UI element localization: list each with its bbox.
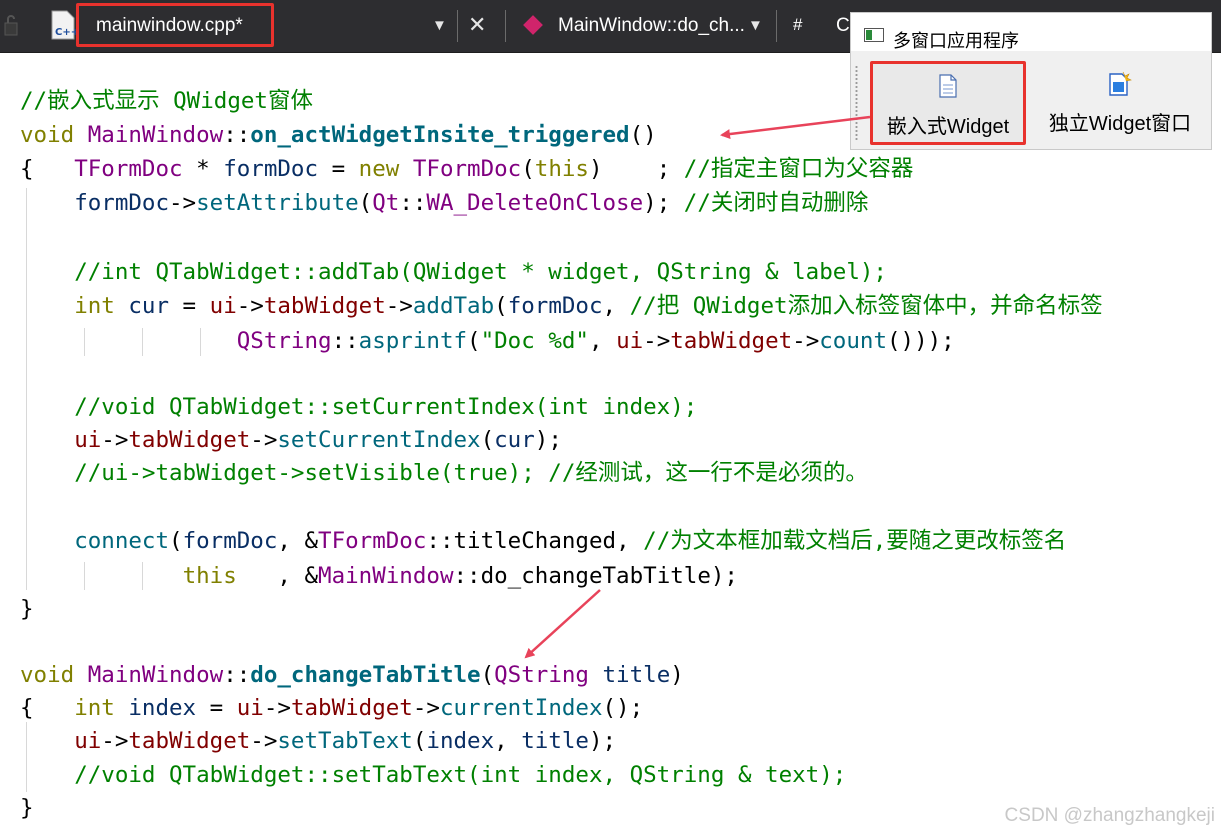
standalone-window-label: 独立Widget窗口 — [1048, 113, 1192, 135]
code-line: { int index = ui->tabWidget->currentInde… — [20, 695, 644, 721]
code-line: } — [20, 596, 34, 622]
code-line: QString::asprintf("Doc %d", ui->tabWidge… — [236, 328, 955, 354]
document-icon — [939, 74, 957, 98]
code-line: void MainWindow::on_actWidgetInsite_trig… — [20, 122, 657, 148]
code-line: void MainWindow::do_changeTabTitle(QStri… — [20, 662, 684, 688]
code-line: //void QTabWidget::setCurrentIndex(int i… — [74, 394, 698, 420]
code-line: { TFormDoc * formDoc = new TFormDoc(this… — [20, 156, 914, 182]
toolbar-grip[interactable] — [855, 65, 858, 141]
code-line: //void QTabWidget::setTabText(int index,… — [74, 762, 847, 788]
code-line: int cur = ui->tabWidget->addTab(formDoc,… — [74, 293, 1103, 319]
code-line: ui->tabWidget->setCurrentIndex(cur); — [74, 427, 562, 453]
code-line: connect(formDoc, &TFormDoc::titleChanged… — [74, 528, 1067, 554]
code-line: formDoc->setAttribute(Qt::WA_DeleteOnClo… — [74, 190, 869, 216]
new-document-icon — [1109, 71, 1132, 96]
watermark: CSDN @zhangzhangkeji — [1004, 805, 1215, 826]
code-line: ui->tabWidget->setTabText(index, title); — [74, 728, 617, 754]
embedded-widget-label: 嵌入式Widget — [886, 116, 1010, 138]
code-line: //ui->tabWidget->setVisible(true); //经测试… — [74, 460, 868, 486]
app-window-icon — [864, 28, 884, 42]
standalone-window-button[interactable]: 独立Widget窗口 — [1031, 61, 1209, 145]
app-window: 多窗口应用程序 嵌入式Widget 独立Widget窗口 — [850, 12, 1212, 150]
app-title: 多窗口应用程序 — [893, 31, 1019, 51]
code-line: //嵌入式显示 QWidget窗体 — [20, 88, 313, 114]
embedded-widget-button[interactable]: 嵌入式Widget — [870, 61, 1026, 145]
code-line: } — [20, 795, 34, 821]
code-line: //int QTabWidget::addTab(QWidget * widge… — [74, 259, 887, 285]
code-line: this , &MainWindow::do_changeTabTitle); — [182, 563, 738, 589]
app-toolbar: 嵌入式Widget 独立Widget窗口 — [851, 61, 1211, 151]
app-titlebar: 多窗口应用程序 — [851, 13, 1211, 51]
